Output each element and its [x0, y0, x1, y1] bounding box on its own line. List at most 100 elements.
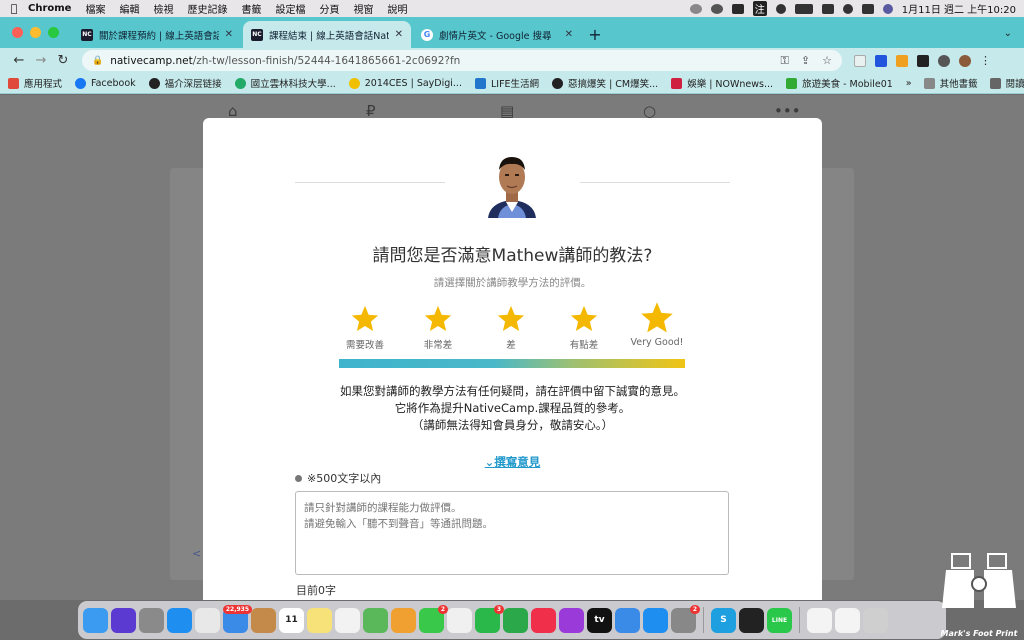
reading-list[interactable]: 閱讀清單 [989, 76, 1024, 90]
bookmark-yuntech[interactable]: 國立雲林科技大學... [234, 76, 336, 90]
browser-tab[interactable]: NC 關於課程預約 | 線上英語會話Nati ✕ [73, 21, 241, 48]
apple-menu-icon[interactable]:  [0, 2, 28, 15]
launchpad-icon[interactable] [139, 607, 164, 633]
menu-history[interactable]: 歷史記錄 [187, 1, 227, 16]
rating-star-2[interactable]: 非常差 [403, 304, 473, 351]
mail-icon[interactable]: 22,935 [222, 604, 252, 633]
menu-clock[interactable]: 1月11日 週二 上午10:20 [902, 1, 1016, 16]
close-tab-icon[interactable]: ✕ [565, 29, 573, 40]
menu-bookmarks[interactable]: 書籤 [241, 1, 261, 16]
notes-icon[interactable] [307, 607, 332, 633]
vpn-icon[interactable] [710, 3, 723, 14]
line-icon[interactable]: LINE [767, 607, 792, 633]
menu-app-name[interactable]: Chrome [28, 3, 71, 14]
keynote-icon[interactable] [615, 607, 640, 633]
tab-search-chevron-icon[interactable]: ⌄ [1004, 28, 1012, 39]
bookmark-deeplink[interactable]: 福介深层链接 [148, 76, 222, 90]
new-tab-button[interactable]: + [583, 21, 607, 48]
cloud-icon[interactable] [689, 3, 702, 14]
url-path: /zh-tw/lesson-finish/52444-1641865661-2c… [192, 54, 461, 67]
browser-tab-active[interactable]: NC 課程結束 | 線上英語會話NativeC ✕ [243, 21, 411, 48]
extension-icon[interactable] [875, 54, 887, 67]
battery-icon[interactable] [794, 3, 813, 14]
bookmark-star-icon[interactable]: ☆ [822, 54, 832, 68]
moon-icon[interactable] [775, 3, 786, 14]
menu-help[interactable]: 說明 [387, 1, 407, 16]
reminders-icon[interactable] [335, 607, 360, 633]
bookmark-label: Facebook [91, 77, 136, 89]
menu-window[interactable]: 視窗 [353, 1, 373, 16]
podcasts-icon[interactable] [559, 607, 584, 633]
rating-star-3[interactable]: 差 [476, 304, 546, 351]
bookmark-facebook[interactable]: Facebook [75, 77, 136, 89]
bookmark-nownews[interactable]: 娛樂 | NOWnews... [671, 76, 773, 90]
user-avatar-icon[interactable] [882, 3, 893, 14]
extension-icon[interactable] [854, 54, 866, 67]
finder-icon[interactable] [83, 607, 108, 633]
safari-icon[interactable] [167, 607, 192, 633]
freeform-icon[interactable] [447, 607, 472, 633]
rating-star-5[interactable]: Very Good! [622, 300, 692, 348]
reload-icon[interactable]: ↻ [52, 53, 74, 68]
tv-icon[interactable]: tv [587, 607, 612, 633]
spotlight-search-icon[interactable] [842, 3, 853, 14]
extension-icon[interactable] [917, 54, 929, 67]
key-icon[interactable]: ⚿ [781, 54, 789, 68]
minimize-window-button[interactable] [30, 27, 41, 38]
activity-monitor-icon[interactable] [739, 607, 764, 633]
control-center-icon[interactable] [861, 3, 874, 14]
menu-profiles[interactable]: 設定檔 [275, 1, 305, 16]
forward-arrow-icon[interactable]: → [30, 53, 52, 68]
menu-view[interactable]: 檢視 [153, 1, 173, 16]
menu-tab[interactable]: 分頁 [319, 1, 339, 16]
rating-star-4[interactable]: 有點差 [549, 304, 619, 351]
photos-icon[interactable] [391, 607, 416, 633]
bookmark-saydigi[interactable]: 2014CES | SayDigi... [348, 77, 462, 89]
appstore-icon[interactable] [643, 607, 668, 633]
profile-avatar-icon[interactable] [959, 54, 971, 67]
dock-separator [799, 607, 800, 633]
bookmark-apps[interactable]: 應用程式 [8, 76, 62, 90]
other-bookmarks-folder[interactable]: 其他書籤 [923, 76, 978, 90]
share-icon[interactable]: ⇪ [801, 54, 810, 68]
document-icon[interactable] [807, 607, 832, 633]
more-bookmarks-chevron[interactable]: » [906, 78, 912, 89]
back-arrow-icon[interactable]: ← [8, 53, 30, 68]
line-status-icon[interactable] [731, 3, 744, 14]
menu-file[interactable]: 檔案 [85, 1, 105, 16]
rating-star-1[interactable]: 需要改善 [330, 304, 400, 351]
input-method-indicator[interactable]: 注 [752, 1, 767, 16]
trash-icon[interactable] [863, 607, 888, 633]
menu-edit[interactable]: 編輯 [119, 1, 139, 16]
facetime-icon[interactable]: 3 [475, 604, 504, 633]
back-link[interactable]: < [192, 547, 201, 560]
close-tab-icon[interactable]: ✕ [395, 29, 403, 40]
zoom-window-button[interactable] [48, 27, 59, 38]
close-window-button[interactable] [12, 27, 23, 38]
messages-icon[interactable]: 2 [419, 604, 448, 633]
extension-icon[interactable] [896, 54, 908, 67]
screenshot-icon[interactable] [835, 607, 860, 633]
contacts-icon[interactable] [251, 607, 276, 633]
browser-tab[interactable]: G 劇情片英文 - Google 搜尋 ✕ [413, 21, 581, 48]
close-tab-icon[interactable]: ✕ [225, 29, 233, 40]
comment-textarea[interactable] [295, 491, 729, 575]
bookmark-mobile01[interactable]: 旅遊美食 - Mobile01 [786, 76, 893, 90]
lock-icon[interactable]: 🔒 [92, 56, 103, 66]
siri-icon[interactable] [111, 607, 136, 633]
bookmark-life[interactable]: LIFE生活網 [474, 76, 539, 90]
puzzle-extensions-icon[interactable] [938, 54, 950, 67]
bookmark-cm[interactable]: 惡搞爆笑 | CM爆笑... [552, 76, 658, 90]
calendar-icon[interactable]: 11 [279, 607, 304, 633]
address-bar[interactable]: 🔒 nativecamp.net/zh-tw/lesson-finish/524… [82, 50, 842, 71]
more-menu-icon[interactable]: ⋮ [980, 54, 991, 67]
macos-dock: 22,935 11 2 3 tv 2 S LINE [78, 601, 946, 639]
write-comment-toggle[interactable]: ⌄撰寫意見 [203, 454, 822, 470]
numbers-icon[interactable] [503, 607, 528, 633]
chrome-icon[interactable] [195, 607, 220, 633]
music-icon[interactable] [531, 607, 556, 633]
system-preferences-icon[interactable]: 2 [671, 604, 700, 633]
skype-icon[interactable]: S [711, 607, 736, 633]
wifi-icon[interactable] [821, 3, 834, 14]
maps-icon[interactable] [363, 607, 388, 633]
